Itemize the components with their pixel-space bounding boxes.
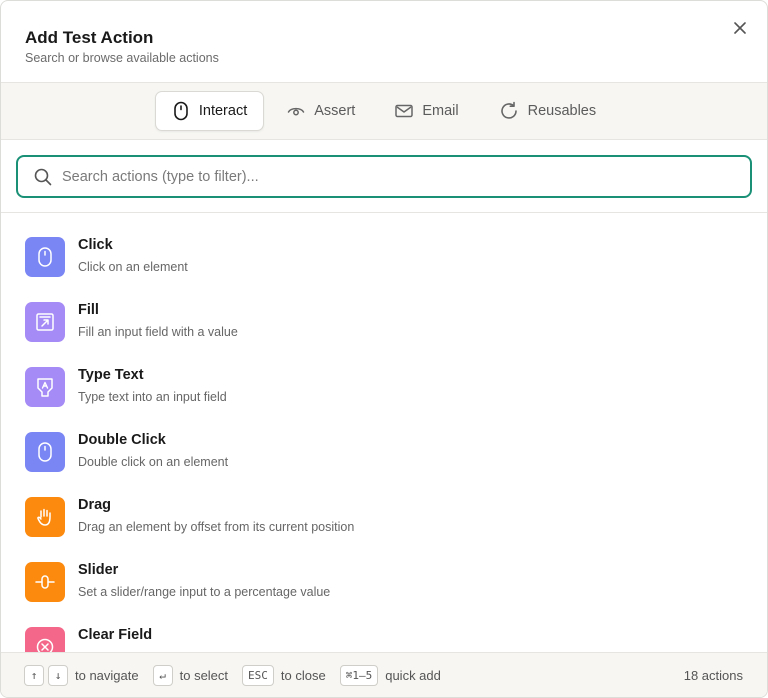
mail-icon xyxy=(395,104,414,118)
type-text-icon xyxy=(37,378,53,397)
tab-label: Assert xyxy=(314,103,356,119)
action-item-clear-field[interactable]: Clear Field xyxy=(1,615,767,653)
action-icon-box xyxy=(25,237,65,277)
hint-label: to navigate xyxy=(75,667,139,683)
tab-label: Interact xyxy=(198,103,248,119)
action-name: Click xyxy=(78,237,113,253)
close-button[interactable] xyxy=(731,19,749,37)
hint-label: to select xyxy=(179,667,229,683)
action-description: Drag an element by offset from its curre… xyxy=(78,520,355,534)
dialog-title: Add Test Action xyxy=(25,28,154,47)
action-description: Type text into an input field xyxy=(78,390,227,404)
tab-label: Email xyxy=(422,103,459,119)
action-icon-box xyxy=(25,432,65,472)
action-count: 18 actions xyxy=(683,667,743,683)
search-icon xyxy=(34,168,52,185)
action-item-type-text[interactable]: Type Text Type text into an input field xyxy=(1,355,767,420)
mouse-icon xyxy=(38,442,52,462)
hint-label: to close xyxy=(280,667,326,683)
search-area xyxy=(1,140,767,213)
enter-key: ↵ xyxy=(152,664,173,686)
action-name: Type Text xyxy=(78,367,144,383)
slider-icon xyxy=(35,575,55,589)
tab-label: Reusables xyxy=(527,103,597,119)
action-icon-box xyxy=(25,302,65,342)
action-text: Fill Fill an input field with a value xyxy=(78,302,238,340)
action-name: Slider xyxy=(78,562,119,578)
hint-label: quick add xyxy=(385,667,441,683)
action-description: Click on an element xyxy=(78,260,188,274)
action-name: Clear Field xyxy=(78,627,153,643)
clear-icon xyxy=(36,638,54,653)
dialog-header: Add Test Action Search or browse availab… xyxy=(1,1,767,83)
hint-navigate: ↑ ↓ to navigate xyxy=(24,664,139,686)
action-name: Double Click xyxy=(78,432,166,448)
mouse-icon xyxy=(174,101,188,121)
action-icon-box xyxy=(25,627,65,653)
action-text: Type Text Type text into an input field xyxy=(78,367,227,405)
action-text: Clear Field xyxy=(78,627,152,650)
action-text: Double Click Double click on an element xyxy=(78,432,228,470)
tab-interact[interactable]: Interact xyxy=(154,91,265,131)
refresh-icon xyxy=(500,101,517,119)
action-item-double-click[interactable]: Double Click Double click on an element xyxy=(1,420,767,485)
dialog-subtitle: Search or browse available actions xyxy=(25,51,219,65)
action-description: Set a slider/range input to a percentage… xyxy=(78,585,331,599)
action-name: Drag xyxy=(78,497,112,513)
action-list: Click Click on an element Fill Fill an i… xyxy=(1,213,767,653)
hint-close: ESC to close xyxy=(242,664,326,686)
input-fill-icon xyxy=(36,313,54,331)
mouse-icon xyxy=(38,247,52,267)
hint-quick-add: ⌘1–5 quick add xyxy=(339,664,441,686)
action-name: Fill xyxy=(78,302,99,318)
arrow-down-key: ↓ xyxy=(48,664,68,686)
action-icon-box xyxy=(25,497,65,537)
add-test-action-dialog: Add Test Action Search or browse availab… xyxy=(0,0,768,698)
tab-email[interactable]: Email xyxy=(378,91,475,131)
close-icon xyxy=(734,22,746,34)
category-tabs: Interact Assert Email Reusables xyxy=(1,83,767,140)
tab-reusables[interactable]: Reusables xyxy=(482,91,614,131)
search-box xyxy=(16,155,752,198)
action-icon-box xyxy=(25,562,65,602)
hint-select: ↵ to select xyxy=(152,664,229,686)
arrow-up-key: ↑ xyxy=(24,664,44,686)
action-description: Double click on an element xyxy=(78,455,229,469)
action-item-slider[interactable]: Slider Set a slider/range input to a per… xyxy=(1,550,767,615)
action-description: Fill an input field with a value xyxy=(78,325,238,339)
action-text: Slider Set a slider/range input to a per… xyxy=(78,562,330,600)
action-item-fill[interactable]: Fill Fill an input field with a value xyxy=(1,290,767,355)
action-item-click[interactable]: Click Click on an element xyxy=(1,225,767,290)
keyboard-hints-footer: ↑ ↓ to navigate ↵ to select ESC to close… xyxy=(1,652,767,697)
esc-key: ESC xyxy=(242,664,274,686)
action-text: Click Click on an element xyxy=(78,237,188,275)
tab-assert[interactable]: Assert xyxy=(270,91,372,131)
action-text: Drag Drag an element by offset from its … xyxy=(78,497,354,535)
search-input[interactable] xyxy=(62,168,750,185)
eye-icon xyxy=(287,107,305,116)
quick-add-key: ⌘1–5 xyxy=(339,664,379,686)
action-icon-box xyxy=(25,367,65,407)
action-item-drag[interactable]: Drag Drag an element by offset from its … xyxy=(1,485,767,550)
hand-icon xyxy=(37,508,51,526)
